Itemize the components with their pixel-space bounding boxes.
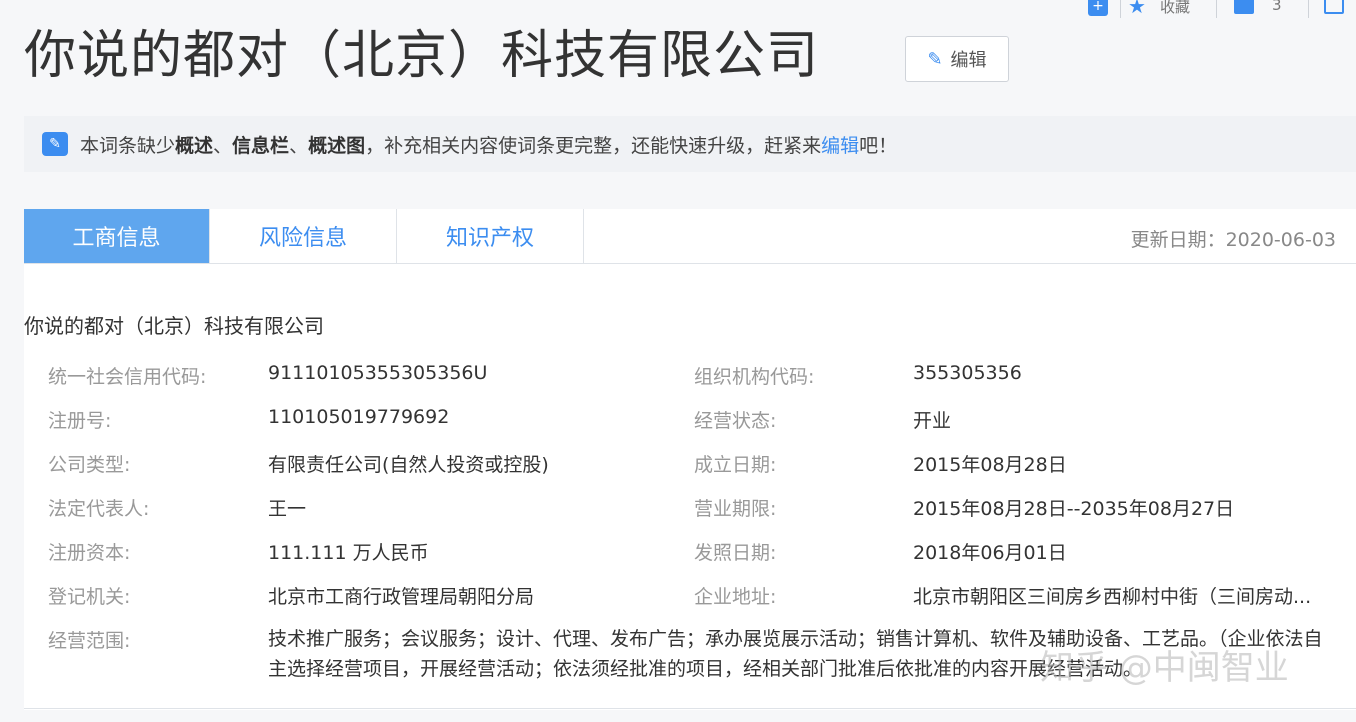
notice-prefix: 本词条缺少 — [80, 134, 176, 157]
toolbar-divider — [1120, 0, 1121, 18]
field-label: 成立日期: — [694, 454, 777, 476]
field-value: 110105019779692 — [268, 406, 450, 428]
info-row: 登记机关: 北京市工商行政管理局朝阳分局 企业地址: 北京市朝阳区三间房乡西柳村… — [24, 582, 1356, 612]
notice-item-overview: 概述 — [175, 134, 214, 157]
edit-button[interactable]: ✎ 编辑 — [905, 36, 1009, 82]
add-icon[interactable]: + — [1088, 0, 1108, 16]
field-value: 王一 — [268, 498, 307, 520]
notice-separator: 、 — [289, 134, 309, 157]
like-count: 3 — [1272, 0, 1282, 14]
top-toolbar: + ★ 收藏 3 — [1076, 0, 1356, 20]
field-value: 2015年08月28日--2035年08月27日 — [913, 498, 1235, 520]
watermark: 知乎 @中闽智业 — [1040, 648, 1289, 688]
notice-item-infobox: 信息栏 — [232, 134, 290, 157]
field-value: 开业 — [913, 410, 952, 432]
field-value: 北京市工商行政管理局朝阳分局 — [268, 586, 535, 608]
field-label: 注册号: — [48, 410, 112, 432]
tab-business-info[interactable]: 工商信息 — [24, 209, 210, 263]
field-value: 北京市朝阳区三间房乡西柳村中街（三间房动... — [913, 586, 1312, 608]
info-row: 注册号: 110105019779692 经营状态: 开业 — [24, 406, 1356, 436]
field-value: 91110105355305356U — [268, 362, 488, 384]
divider — [24, 708, 1356, 709]
field-label: 法定代表人: — [48, 498, 150, 520]
notice-suffix: 吧！ — [859, 134, 898, 157]
info-row: 公司类型: 有限责任公司(自然人投资或控股) 成立日期: 2015年08月28日 — [24, 450, 1356, 480]
field-label: 注册资本: — [48, 542, 131, 564]
field-label: 营业期限: — [694, 498, 777, 520]
update-date: 更新日期：2020-06-03 — [1130, 229, 1336, 251]
field-label: 经营状态: — [694, 410, 777, 432]
thumbs-up-icon[interactable] — [1234, 0, 1254, 14]
field-label: 组织机构代码: — [694, 366, 815, 388]
notice-item-overview-image: 概述图 — [308, 134, 366, 157]
field-label: 统一社会信用代码: — [48, 366, 207, 388]
info-row: 法定代表人: 王一 营业期限: 2015年08月28日--2035年08月27日 — [24, 494, 1356, 524]
info-row: 注册资本: 111.111 万人民币 发照日期: 2018年06月01日 — [24, 538, 1356, 568]
page-title: 你说的都对（北京）科技有限公司 — [24, 26, 820, 86]
field-value: 2015年08月28日 — [913, 454, 1067, 476]
toolbar-divider — [1216, 0, 1217, 18]
star-icon[interactable]: ★ — [1128, 0, 1146, 18]
pencil-icon: ✎ — [927, 48, 943, 70]
edit-notice-icon: ✎ — [42, 132, 68, 156]
company-name: 你说的都对（北京）科技有限公司 — [24, 314, 324, 338]
collect-label[interactable]: 收藏 — [1160, 0, 1190, 17]
tab-risk-info[interactable]: 风险信息 — [210, 209, 397, 263]
field-label: 企业地址: — [694, 586, 777, 608]
edit-button-label: 编辑 — [950, 50, 987, 71]
tab-intellectual-property[interactable]: 知识产权 — [397, 209, 584, 263]
field-label: 公司类型: — [48, 454, 131, 476]
incomplete-entry-notice: ✎ 本词条缺少 概述、信息栏、概述图 ，补充相关内容使词条更完整，还能快速升级，赶紧… — [24, 116, 1356, 172]
field-label: 发照日期: — [694, 542, 777, 564]
field-label: 登记机关: — [48, 586, 131, 608]
notice-edit-link[interactable]: 编辑 — [821, 131, 859, 158]
info-row: 统一社会信用代码: 91110105355305356U 组织机构代码: 355… — [24, 362, 1356, 392]
notice-separator: 、 — [213, 134, 233, 157]
field-value: 355305356 — [913, 362, 1022, 384]
toolbar-divider — [1308, 0, 1309, 18]
field-value: 111.111 万人民币 — [268, 542, 429, 564]
info-tabs: 工商信息 风险信息 知识产权 更新日期：2020-06-03 — [24, 209, 1356, 264]
business-scope-label: 经营范围: — [48, 630, 131, 652]
share-icon[interactable] — [1324, 0, 1344, 14]
notice-middle: ，补充相关内容使词条更完整，还能快速升级，赶紧来 — [365, 134, 822, 157]
field-value: 有限责任公司(自然人投资或控股) — [268, 454, 549, 476]
field-value: 2018年06月01日 — [913, 542, 1067, 564]
